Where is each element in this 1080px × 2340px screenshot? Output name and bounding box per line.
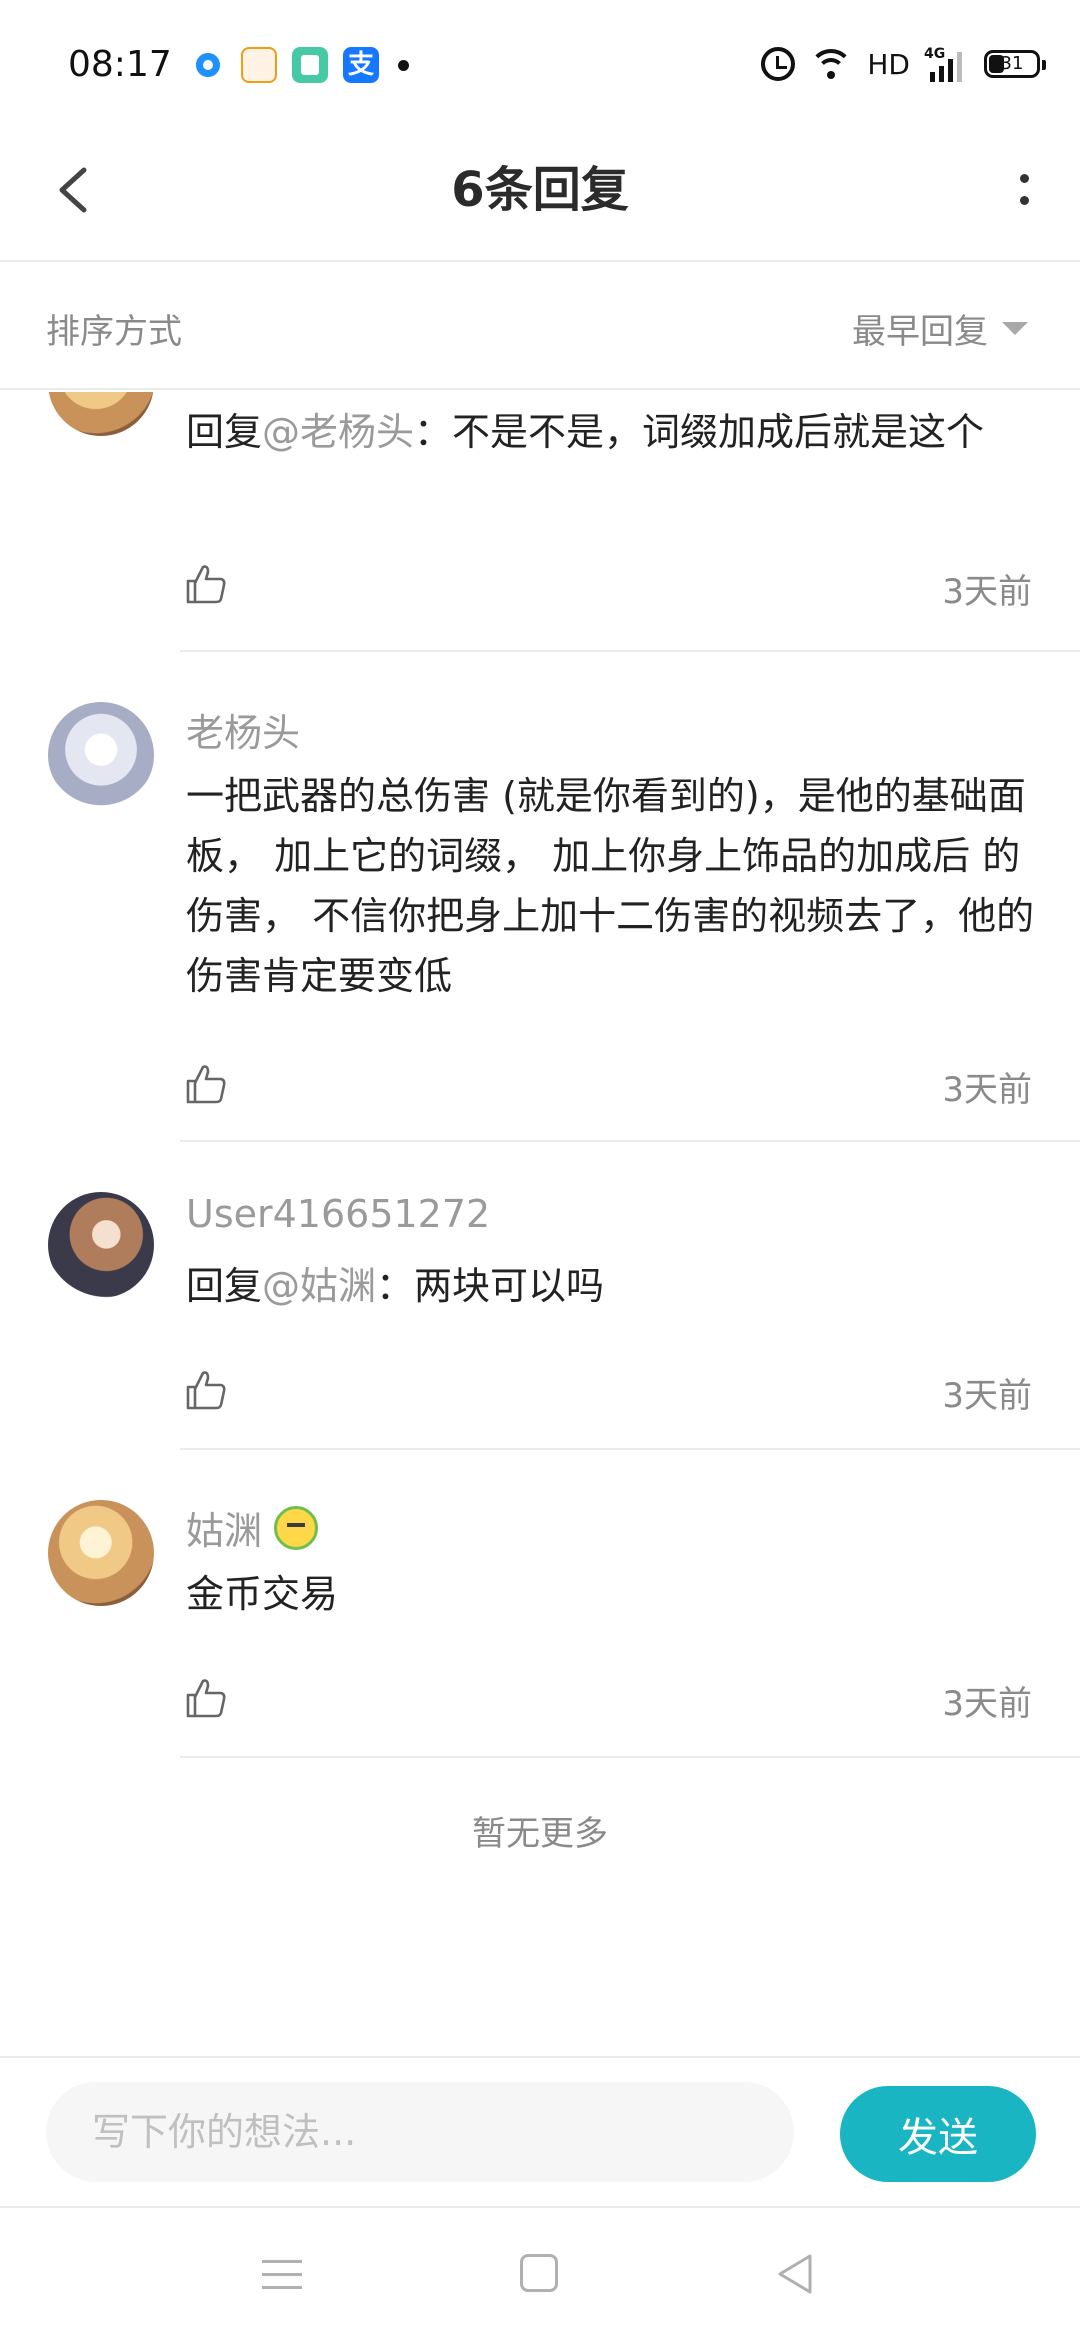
avatar[interactable] — [48, 702, 154, 808]
comment-username[interactable]: User416651272 — [186, 1192, 490, 1236]
comment-text: 金币交易 — [186, 1572, 339, 1616]
more-options-icon[interactable] — [1004, 160, 1044, 220]
thumbs-up-icon[interactable] — [184, 1676, 228, 1720]
comment-body: ：两块可以吗 — [376, 1264, 605, 1308]
alipay-icon: 支 — [343, 47, 379, 83]
comment-text: 回复@姑渊：两块可以吗 — [186, 1256, 1040, 1316]
app-notification-icon — [292, 47, 328, 83]
sort-dropdown[interactable]: 最早回复 — [852, 304, 988, 353]
comment-text: 一把武器的总伤害 (就是你看到的)，是他的基础面板， 加上它的词缀， 加上你身上… — [186, 774, 1035, 998]
status-bar: 08:17 支 HD 4G 31 — [0, 0, 1080, 130]
page-title: 6条回复 — [451, 162, 629, 218]
recent-apps-icon[interactable] — [262, 2256, 302, 2292]
more-notifications-dot-icon — [398, 60, 409, 71]
app-notification-icon — [190, 47, 226, 83]
home-icon[interactable] — [520, 2254, 558, 2292]
reply-prefix: 回复 — [186, 1264, 263, 1308]
title-bar: 6条回复 — [0, 130, 1080, 262]
comment-time: 3天前 — [942, 1684, 1032, 1724]
chevron-down-icon[interactable] — [1002, 322, 1028, 335]
mention-link[interactable]: @姑渊 — [262, 1264, 376, 1308]
alarm-icon — [761, 47, 796, 81]
comment-time: 3天前 — [942, 1070, 1032, 1110]
thumbs-up-icon[interactable] — [184, 562, 228, 606]
comment-item: 老杨头 一把武器的总伤害 (就是你看到的)，是他的基础面板， 加上它的词缀， 加… — [0, 652, 1080, 1142]
user-badge-icon — [274, 1506, 319, 1550]
hd-indicator: HD — [867, 47, 910, 81]
comment-username[interactable]: 姑渊 — [186, 1500, 319, 1555]
comment-composer: 发送 — [0, 2056, 1080, 2208]
comment-username[interactable]: 老杨头 — [186, 702, 300, 757]
avatar[interactable] — [48, 1500, 154, 1606]
comment-item: User416651272 回复@姑渊：两块可以吗 3天前 — [0, 1142, 1080, 1450]
nav-back-icon[interactable] — [774, 2252, 814, 2296]
list-end-text: 暂无更多 — [472, 1814, 608, 1854]
username-text: 姑渊 — [186, 1509, 263, 1553]
avatar[interactable] — [48, 392, 154, 436]
comment-time: 3天前 — [942, 572, 1032, 612]
app-notification-icon — [241, 47, 277, 83]
thumbs-up-icon[interactable] — [184, 1368, 228, 1412]
status-indicators: HD 4G 31 — [761, 42, 1046, 86]
comment-input[interactable] — [46, 2082, 794, 2182]
battery-icon: 31 — [984, 50, 1046, 78]
system-nav-bar — [0, 2210, 1080, 2340]
comment-time: 3天前 — [942, 1376, 1032, 1416]
comment-list[interactable]: 回复@老杨头：不是不是，词缀加成后就是这个 3天前 老杨头 一把武器的总伤害 (… — [0, 392, 1080, 2054]
signal-icon: 4G — [924, 46, 970, 82]
divider — [180, 1756, 1080, 1758]
status-time: 08:17 — [68, 44, 172, 85]
comment-body: ：不是不是，词缀加成后就是这个 — [414, 410, 985, 454]
mention-link[interactable]: @老杨头 — [262, 410, 414, 454]
battery-level: 31 — [1000, 53, 1024, 74]
comment-text: 回复@老杨头：不是不是，词缀加成后就是这个 — [186, 402, 1040, 462]
sort-label: 排序方式 — [46, 312, 182, 352]
signal-label: 4G — [924, 46, 946, 62]
thumbs-up-icon[interactable] — [184, 1062, 228, 1106]
avatar[interactable] — [48, 1192, 154, 1298]
comment-item: 回复@老杨头：不是不是，词缀加成后就是这个 3天前 — [0, 392, 1080, 652]
wifi-icon — [809, 47, 854, 81]
comment-item: 姑渊 金币交易 3天前 — [0, 1450, 1080, 1758]
reply-prefix: 回复 — [186, 410, 263, 454]
send-button[interactable]: 发送 — [840, 2086, 1036, 2182]
sort-bar: 排序方式 最早回复 — [0, 264, 1080, 390]
